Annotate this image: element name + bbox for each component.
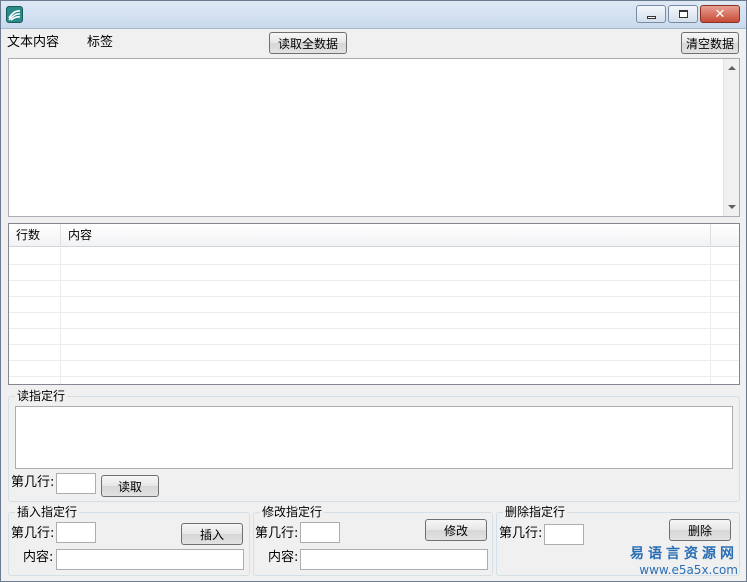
minimize-icon — [646, 15, 656, 19]
delete-line-group-title: 删除指定行 — [503, 505, 568, 519]
delete-line-number-label: 第几行: — [499, 526, 543, 541]
list-row-divider — [9, 328, 739, 329]
main-window: ✕ 文本内容 标签 读取全数据 清空数据 行数 内容 读指定行 第几行: 读取 … — [0, 0, 747, 582]
scroll-up-icon[interactable] — [728, 66, 736, 70]
insert-line-number-input[interactable] — [56, 522, 96, 543]
list-row-divider — [9, 376, 739, 377]
column-header-line-no[interactable]: 行数 — [9, 224, 61, 247]
maximize-icon — [678, 10, 688, 18]
insert-line-group-title: 插入指定行 — [15, 505, 80, 519]
list-row-divider — [9, 280, 739, 281]
delete-line-number-input[interactable] — [544, 524, 584, 545]
insert-line-number-label: 第几行: — [11, 526, 55, 541]
list-col-divider — [710, 248, 711, 384]
modify-line-number-input[interactable] — [300, 522, 340, 543]
watermark-url: www.e5a5x.com — [639, 563, 738, 577]
list-row-divider — [9, 264, 739, 265]
list-body — [9, 248, 739, 384]
read-line-number-label: 第几行: — [11, 475, 55, 490]
list-row-divider — [9, 360, 739, 361]
read-line-button[interactable]: 读取 — [101, 475, 159, 497]
list-row-divider — [9, 296, 739, 297]
column-header-content[interactable]: 内容 — [61, 224, 711, 247]
insert-content-label: 内容: — [23, 550, 54, 565]
modify-content-label: 内容: — [268, 550, 299, 565]
site-watermark: 易语言资源网 www.e5a5x.com — [630, 543, 738, 577]
clear-data-button[interactable]: 清空数据 — [681, 32, 739, 54]
close-icon: ✕ — [714, 6, 726, 22]
scroll-down-icon[interactable] — [728, 205, 736, 209]
maximize-button[interactable] — [668, 5, 698, 23]
list-row-divider — [9, 312, 739, 313]
title-bar[interactable]: ✕ — [1, 1, 746, 29]
watermark-text: 易语言资源网 — [630, 546, 738, 562]
read-line-number-input[interactable] — [56, 473, 96, 494]
vertical-scrollbar[interactable] — [723, 59, 739, 216]
app-icon — [6, 6, 23, 23]
modify-content-input[interactable] — [300, 549, 488, 570]
insert-button[interactable]: 插入 — [181, 523, 243, 545]
modify-line-number-label: 第几行: — [255, 526, 299, 541]
tag-label: 标签 — [87, 35, 114, 50]
read-line-output[interactable] — [15, 406, 733, 469]
column-header-filler — [711, 224, 739, 247]
list-row-divider — [9, 344, 739, 345]
text-content-area[interactable] — [8, 58, 740, 217]
minimize-button[interactable] — [636, 5, 666, 23]
lines-list[interactable]: 行数 内容 — [8, 223, 740, 385]
text-content-label: 文本内容 — [7, 35, 60, 50]
read-line-group-title: 读指定行 — [15, 389, 68, 403]
text-content-value — [9, 59, 739, 65]
delete-button[interactable]: 删除 — [669, 519, 731, 541]
modify-button[interactable]: 修改 — [425, 519, 487, 541]
read-all-button[interactable]: 读取全数据 — [269, 32, 347, 54]
list-col-divider — [60, 248, 61, 384]
insert-content-input[interactable] — [56, 549, 244, 570]
modify-line-group-title: 修改指定行 — [260, 505, 325, 519]
close-button[interactable]: ✕ — [700, 5, 740, 23]
list-header: 行数 内容 — [9, 224, 739, 247]
